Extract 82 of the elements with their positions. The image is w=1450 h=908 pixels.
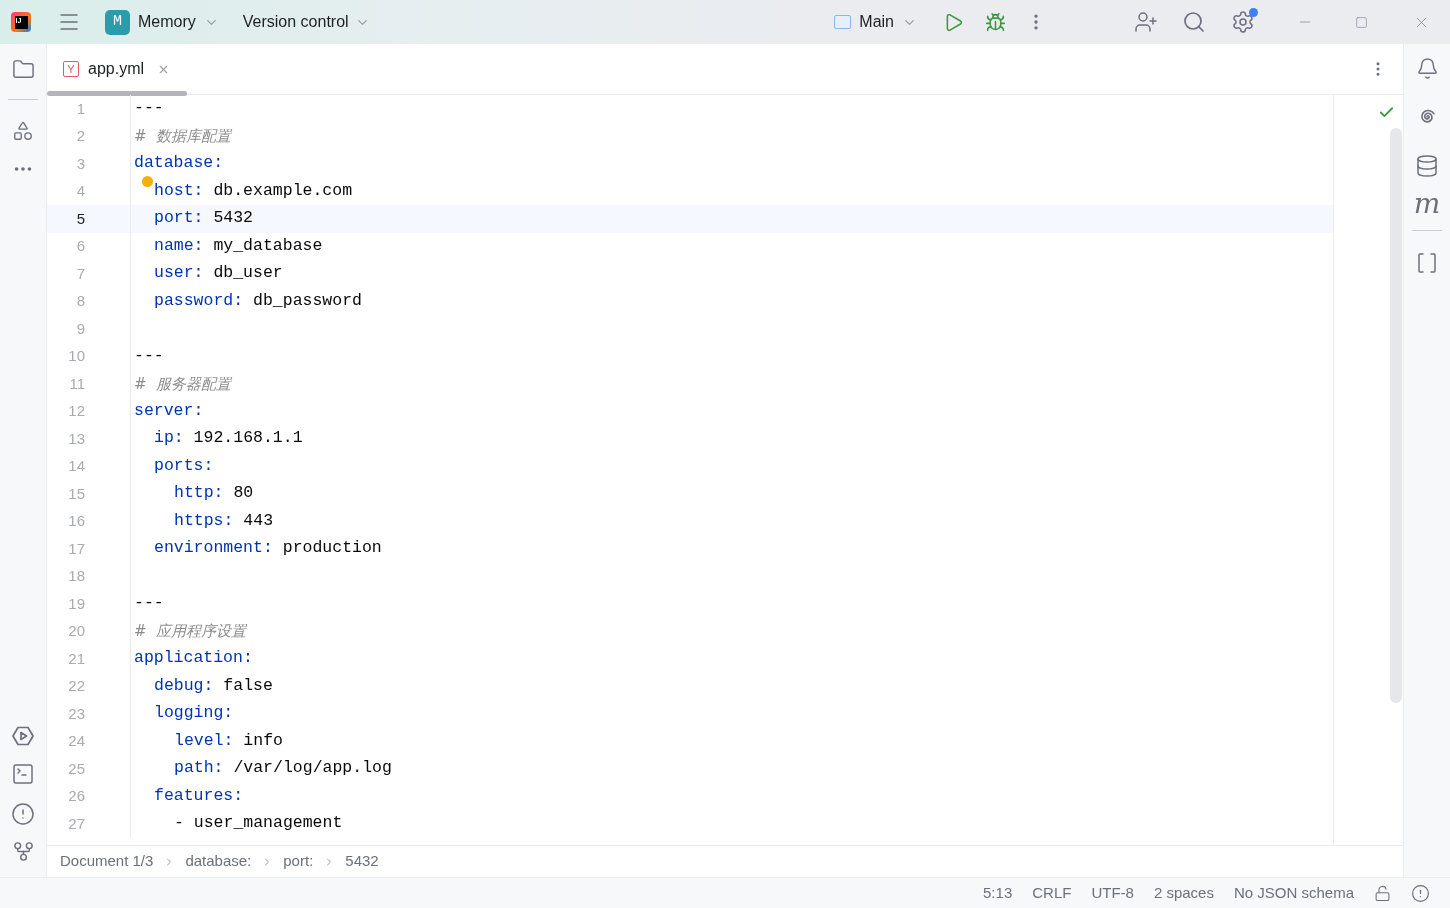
line-number: 3 bbox=[75, 153, 85, 174]
file-encoding[interactable]: UTF-8 bbox=[1091, 881, 1134, 905]
settings-icon[interactable] bbox=[1231, 10, 1255, 34]
line-number: 1 bbox=[75, 98, 85, 119]
line-number: 20 bbox=[67, 621, 85, 641]
line-number: 13 bbox=[67, 428, 85, 449]
line-number: 6 bbox=[75, 236, 85, 256]
warning-icon bbox=[1411, 883, 1430, 903]
problems-icon[interactable] bbox=[11, 802, 35, 826]
line-number: 27 bbox=[67, 813, 85, 834]
add-user-icon[interactable] bbox=[1134, 10, 1158, 34]
run-services-icon[interactable] bbox=[11, 724, 35, 748]
markdown-icon[interactable]: m bbox=[1413, 188, 1441, 220]
lock-icon bbox=[1374, 884, 1391, 902]
line-number: 22 bbox=[67, 676, 85, 696]
line-number: 12 bbox=[67, 401, 85, 421]
code-text: name: my_database bbox=[154, 234, 323, 257]
terminal-icon[interactable] bbox=[11, 762, 35, 786]
code-text: --- bbox=[134, 97, 164, 120]
folder-icon[interactable] bbox=[11, 58, 35, 81]
breadcrumb-item[interactable]: port: bbox=[283, 850, 314, 873]
line-separator[interactable]: CRLF bbox=[1032, 881, 1072, 905]
code-text: ports: bbox=[154, 454, 214, 477]
code-text: port: 5432 bbox=[154, 207, 254, 230]
indent-setting[interactable]: 2 spaces bbox=[1153, 881, 1214, 905]
line-number: 11 bbox=[68, 373, 85, 394]
scrollbar-thumb[interactable] bbox=[1390, 128, 1402, 703]
line-number: 2 bbox=[75, 126, 85, 146]
line-number: 7 bbox=[75, 263, 85, 284]
breadcrumb-item[interactable]: 5432 bbox=[345, 850, 379, 873]
code-text: debug: false bbox=[154, 674, 273, 697]
breadcrumb-item[interactable]: database: bbox=[185, 850, 252, 873]
search-icon[interactable] bbox=[1182, 10, 1206, 34]
file-tab[interactable]: Y app.yml bbox=[63, 44, 171, 94]
code-text: https: 443 bbox=[174, 509, 274, 532]
line-number: 5 bbox=[75, 208, 85, 229]
code-text: logging: bbox=[154, 702, 234, 725]
code-text: host: db.example.com bbox=[154, 179, 353, 202]
code-text: http: 80 bbox=[174, 482, 254, 505]
code-text: database: bbox=[134, 152, 224, 175]
debug-button[interactable] bbox=[985, 11, 1006, 33]
code-text: --- bbox=[134, 592, 164, 615]
line-number: 26 bbox=[67, 786, 85, 806]
line-number: 17 bbox=[67, 538, 85, 559]
line-number: 15 bbox=[67, 483, 85, 504]
line-number: 9 bbox=[75, 318, 85, 339]
caret-position[interactable]: 5:13 bbox=[983, 881, 1013, 905]
line-number: 14 bbox=[67, 456, 85, 476]
code-comment: # 数据库配置 bbox=[134, 126, 232, 147]
code-text: application: bbox=[134, 647, 253, 670]
breadcrumb-item[interactable]: Document 1/3 bbox=[60, 850, 154, 873]
code-text: - user_management bbox=[174, 812, 343, 835]
line-number: 10 bbox=[67, 346, 85, 366]
code-text: --- bbox=[134, 344, 164, 367]
project-selector[interactable]: M Memory bbox=[105, 9, 219, 35]
notifications-icon[interactable] bbox=[1415, 57, 1439, 80]
line-number: 25 bbox=[67, 758, 85, 779]
line-number: 16 bbox=[67, 511, 85, 531]
run-config-selector[interactable]: Main bbox=[834, 10, 917, 34]
code-text: features: bbox=[154, 784, 244, 807]
code-comment: # 服务器配置 bbox=[134, 373, 232, 395]
line-number: 23 bbox=[67, 703, 85, 724]
code-text: level: info bbox=[174, 729, 283, 752]
line-number: 18 bbox=[67, 566, 85, 586]
code-text: server: bbox=[134, 399, 204, 422]
line-number: 8 bbox=[75, 291, 85, 311]
line-number: 24 bbox=[67, 731, 85, 751]
git-icon[interactable] bbox=[11, 840, 35, 863]
code-text: ip: 192.168.1.1 bbox=[154, 427, 303, 450]
code-text: user: db_user bbox=[154, 262, 283, 285]
vcs-selector[interactable]: Version control bbox=[242, 10, 370, 34]
code-text: path: /var/log/app.log bbox=[174, 757, 392, 780]
brackets-icon[interactable] bbox=[1415, 251, 1439, 275]
line-number: 19 bbox=[67, 593, 85, 614]
structure-icon[interactable] bbox=[12, 120, 34, 142]
code-text: environment: production bbox=[154, 537, 382, 560]
database-icon[interactable] bbox=[1415, 154, 1439, 178]
code-text: password: db_password bbox=[154, 289, 362, 312]
code-comment: # 应用程序设置 bbox=[134, 621, 247, 642]
line-number: 21 bbox=[67, 648, 85, 669]
json-schema[interactable]: No JSON schema bbox=[1233, 881, 1354, 905]
line-number: 4 bbox=[75, 181, 85, 201]
